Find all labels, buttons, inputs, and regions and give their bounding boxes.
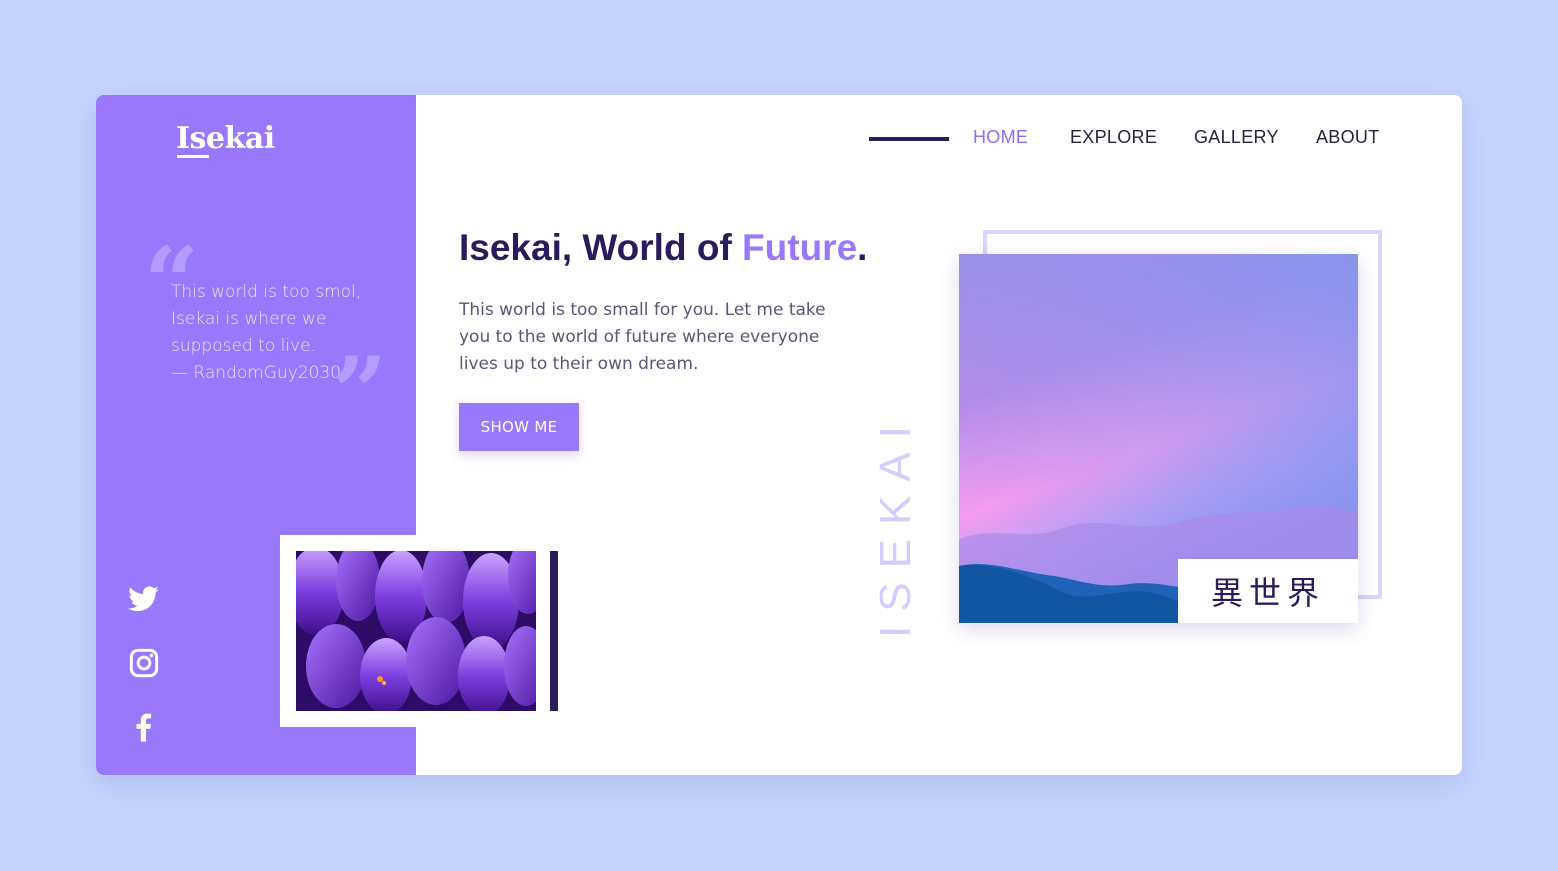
- kanji-label: 異世界: [1178, 559, 1358, 623]
- hero-body: This world is too small for you. Let me …: [459, 300, 826, 374]
- hero-title-end: .: [857, 227, 868, 268]
- flower-image: [296, 551, 536, 711]
- nav-explore[interactable]: EXPLORE: [1070, 127, 1157, 148]
- nav-home[interactable]: HOME: [973, 127, 1028, 148]
- flower-accent-bar: [550, 551, 558, 711]
- hero-title-main: Isekai, World of: [459, 227, 743, 268]
- facebook-icon[interactable]: [128, 711, 160, 743]
- vertical-isekai-text: ISEKAI: [871, 412, 920, 638]
- landing-card: Isekai “ This world is too smol, Isekai …: [96, 95, 1462, 775]
- hero-title: Isekai, World of Future.: [459, 227, 867, 269]
- hero-title-accent: Future: [742, 227, 858, 268]
- quote-close-icon: ”: [332, 336, 388, 449]
- instagram-icon[interactable]: [128, 647, 160, 679]
- nav-gallery[interactable]: GALLERY: [1194, 127, 1279, 148]
- show-me-button[interactable]: SHOW ME: [459, 403, 579, 451]
- nav-indicator-line: [869, 137, 949, 141]
- nav-about[interactable]: ABOUT: [1316, 127, 1380, 148]
- logo[interactable]: Isekai: [176, 121, 275, 156]
- logo-underline: [177, 155, 209, 158]
- twitter-icon[interactable]: [128, 583, 160, 615]
